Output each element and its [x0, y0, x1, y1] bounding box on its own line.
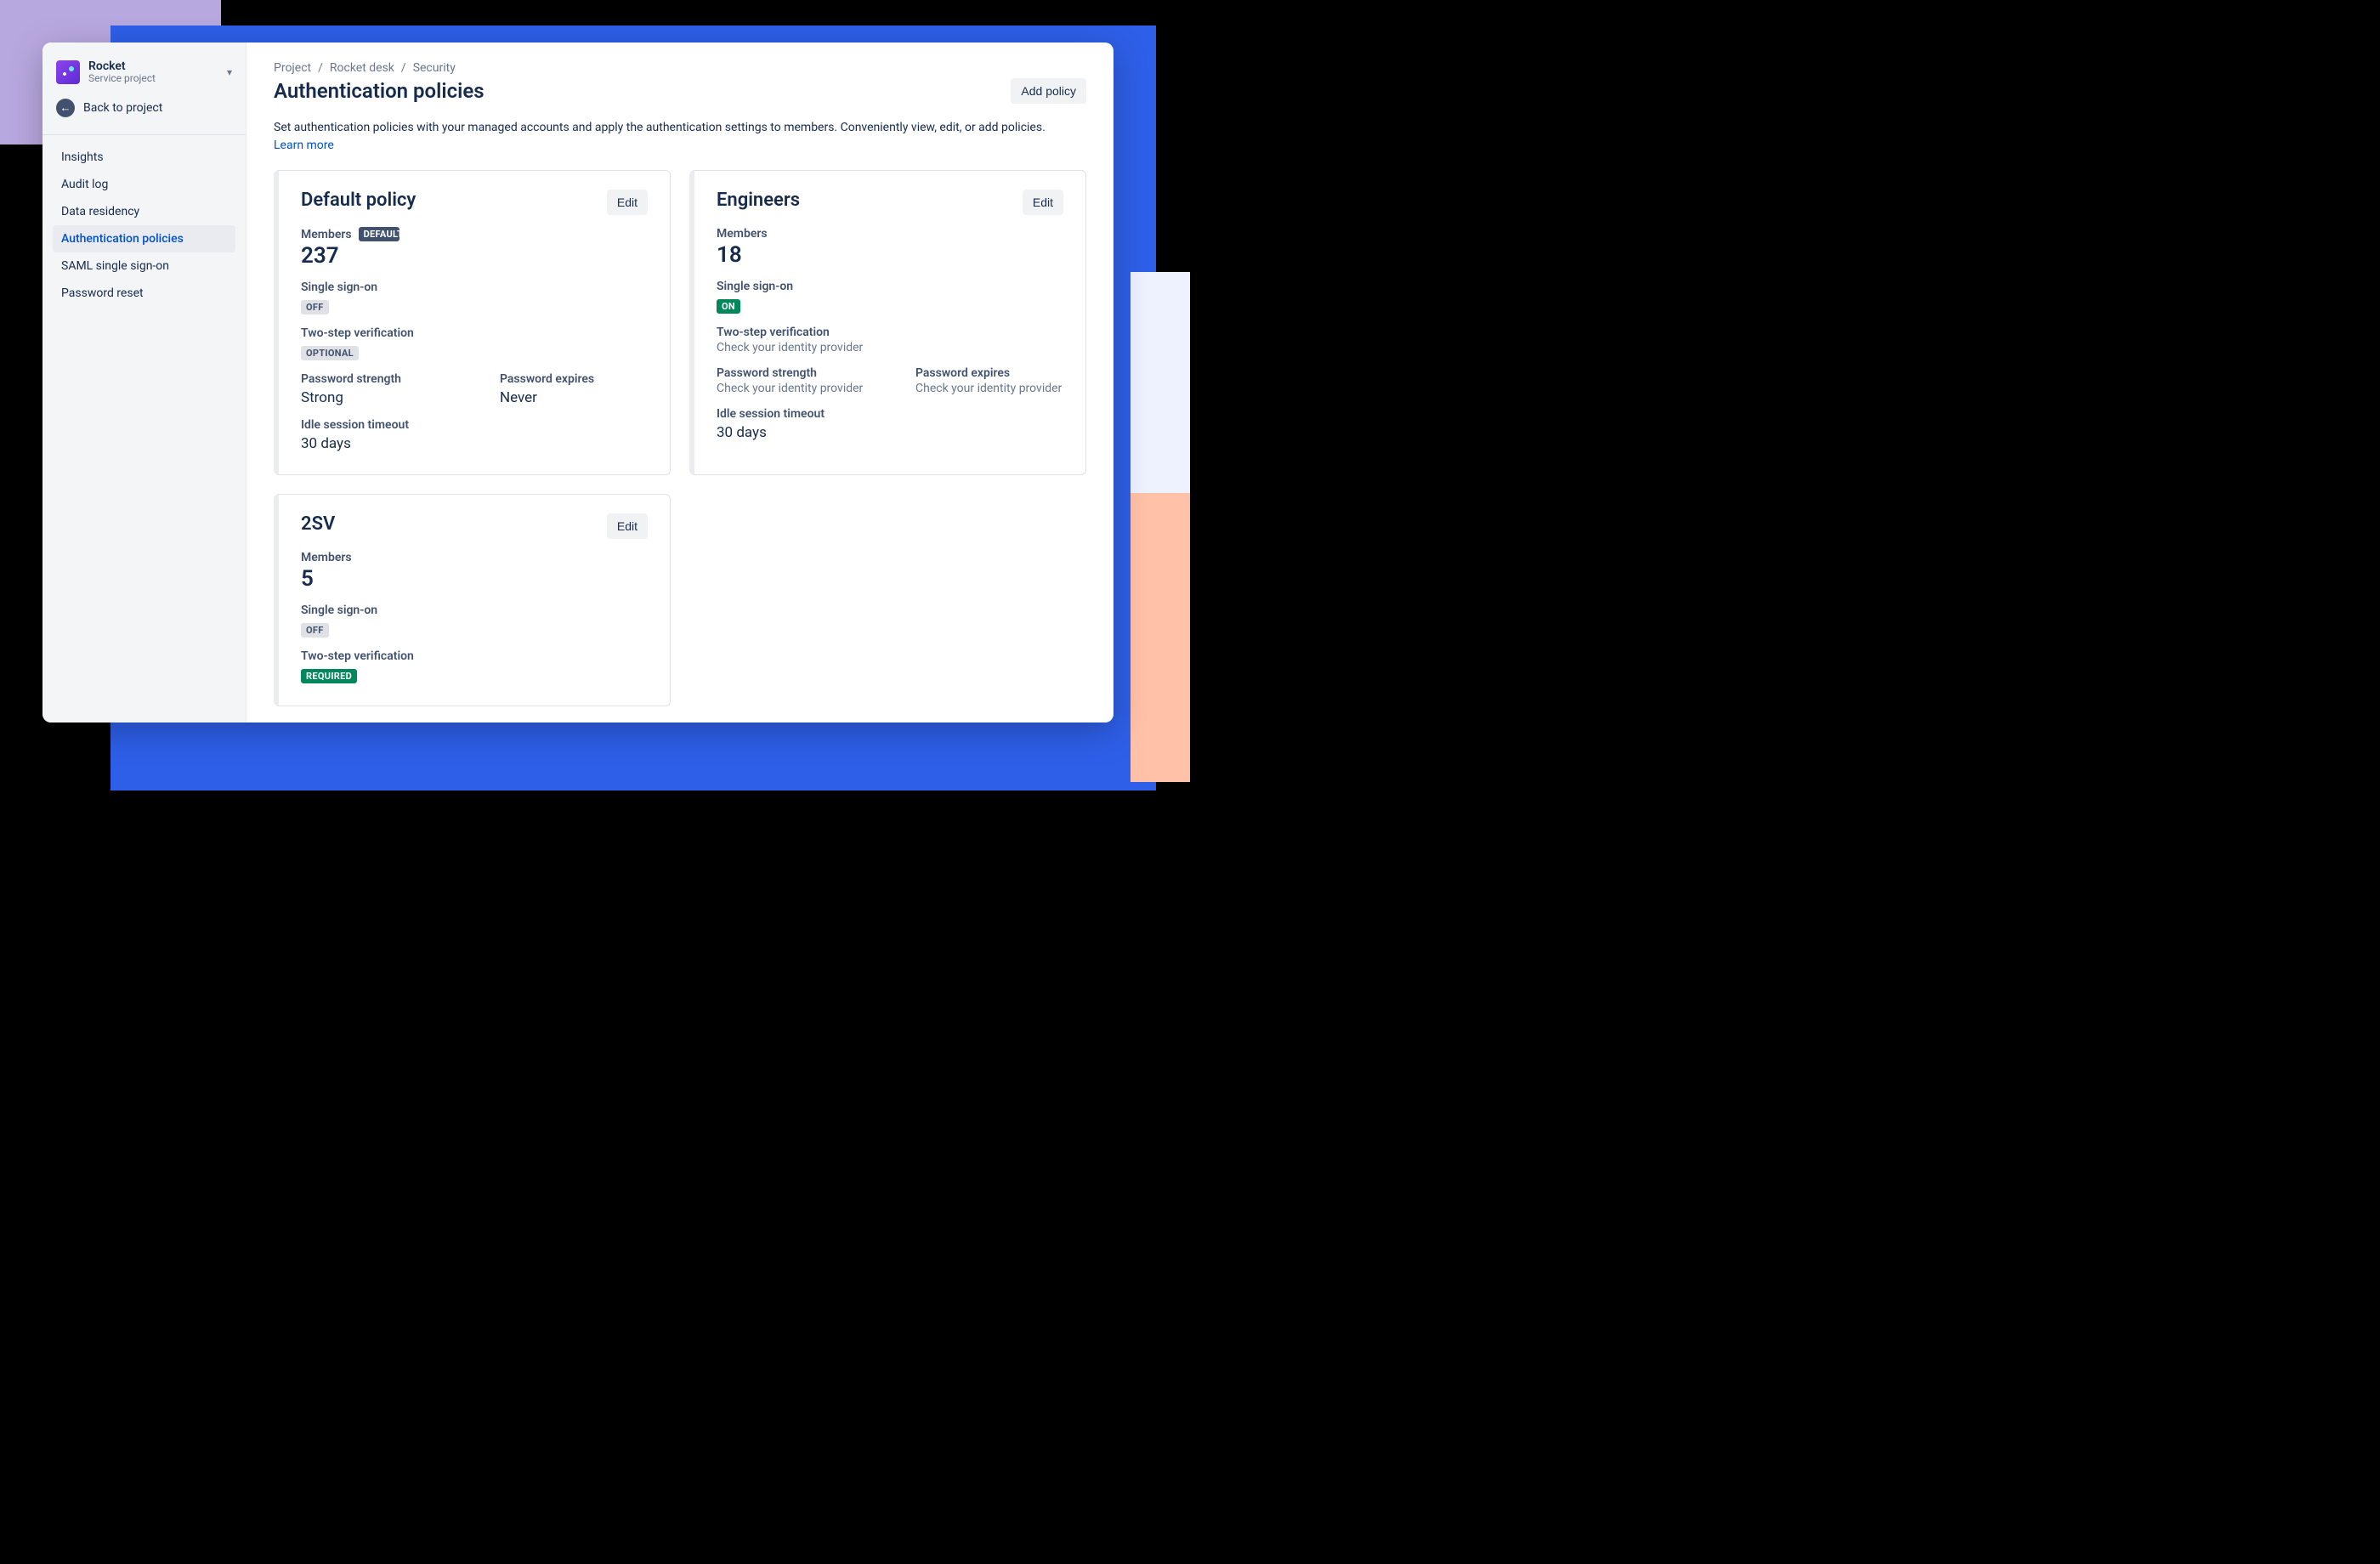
pw-expires-value: Never	[500, 389, 648, 406]
rocket-icon	[56, 60, 80, 84]
sidebar-item[interactable]: Authentication policies	[53, 225, 235, 252]
breadcrumb: Project / Rocket desk / Security	[274, 61, 1086, 75]
sso-label: Single sign-on	[717, 280, 1063, 293]
sidebar-item[interactable]: Password reset	[53, 280, 235, 307]
chevron-down-icon: ▾	[227, 66, 232, 78]
app-window: Rocket Service project ▾ ← Back to proje…	[42, 42, 1114, 722]
twostep-label: Two-step verification	[301, 649, 648, 663]
edit-policy-button[interactable]: Edit	[607, 190, 648, 215]
breadcrumb-sep: /	[401, 61, 406, 75]
page-title: Authentication policies	[274, 79, 484, 103]
pw-expires-label: Password expires	[500, 372, 648, 386]
add-policy-button[interactable]: Add policy	[1011, 78, 1086, 104]
members-label: Members DEFAULT	[301, 227, 648, 241]
sidebar: Rocket Service project ▾ ← Back to proje…	[42, 42, 246, 722]
breadcrumb-link[interactable]: Project	[274, 61, 311, 75]
status-badge: OFF	[301, 623, 329, 638]
back-label: Back to project	[83, 101, 162, 115]
sidebar-item[interactable]: Insights	[53, 144, 235, 171]
edit-policy-button[interactable]: Edit	[607, 513, 648, 539]
project-switcher[interactable]: Rocket Service project ▾	[53, 60, 235, 99]
breadcrumb-link[interactable]: Security	[413, 61, 456, 75]
idle-value: 30 days	[717, 424, 1063, 441]
policy-card: 2SV Edit Members 5 Single sign-on OFF Tw…	[274, 494, 671, 706]
breadcrumb-link[interactable]: Rocket desk	[330, 61, 394, 75]
sidebar-item[interactable]: SAML single sign-on	[53, 252, 235, 280]
policy-card: Default policy Edit Members DEFAULT 237 …	[274, 170, 671, 475]
policy-card: Engineers Edit Members 18 Single sign-on…	[689, 170, 1086, 475]
project-subtitle: Service project	[88, 73, 218, 85]
policy-title: Engineers	[717, 190, 800, 211]
project-text: Rocket Service project	[88, 60, 218, 85]
status-badge: DEFAULT	[359, 227, 400, 241]
arrow-left-icon: ←	[56, 99, 75, 117]
pw-strength-label: Password strength	[301, 372, 449, 386]
pw-strength-value: Check your identity provider	[717, 382, 864, 395]
twostep-label: Two-step verification	[717, 326, 1063, 339]
policy-cards: Default policy Edit Members DEFAULT 237 …	[274, 170, 1086, 706]
policy-title: Default policy	[301, 190, 416, 211]
sso-label: Single sign-on	[301, 280, 648, 294]
members-count: 237	[301, 243, 648, 269]
status-badge: OPTIONAL	[301, 346, 359, 360]
pw-strength-label: Password strength	[717, 366, 864, 380]
sidebar-nav: InsightsAudit logData residencyAuthentic…	[53, 144, 235, 307]
policy-title: 2SV	[301, 513, 335, 535]
idle-label: Idle session timeout	[717, 407, 1063, 421]
status-badge: ON	[717, 299, 740, 314]
divider	[42, 134, 246, 135]
pw-expires-label: Password expires	[915, 366, 1063, 380]
back-to-project[interactable]: ← Back to project	[53, 99, 235, 131]
main-content: Project / Rocket desk / Security Authent…	[246, 42, 1114, 722]
members-count: 5	[301, 566, 648, 592]
decorative-bg	[1130, 493, 1190, 782]
idle-value: 30 days	[301, 435, 648, 452]
twostep-label: Two-step verification	[301, 326, 648, 340]
twostep-value: Check your identity provider	[717, 341, 1063, 354]
edit-policy-button[interactable]: Edit	[1023, 190, 1063, 215]
status-badge: REQUIRED	[301, 669, 357, 683]
status-badge: OFF	[301, 300, 329, 314]
project-name: Rocket	[88, 60, 218, 73]
learn-more-link[interactable]: Learn more	[274, 139, 334, 152]
pw-strength-value: Strong	[301, 389, 449, 406]
members-label: Members	[717, 227, 1063, 241]
idle-label: Idle session timeout	[301, 418, 648, 432]
page-subtitle: Set authentication policies with your ma…	[274, 119, 1056, 155]
sso-label: Single sign-on	[301, 604, 648, 617]
members-label: Members	[301, 551, 648, 564]
breadcrumb-sep: /	[318, 61, 323, 75]
sidebar-item[interactable]: Data residency	[53, 198, 235, 225]
pw-expires-value: Check your identity provider	[915, 382, 1063, 395]
sidebar-item[interactable]: Audit log	[53, 171, 235, 198]
members-count: 18	[717, 242, 1063, 268]
subtitle-text: Set authentication policies with your ma…	[274, 121, 1046, 134]
